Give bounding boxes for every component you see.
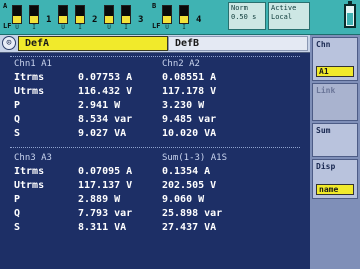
table-row: Utrms 116.432 V 117.178 V — [14, 86, 217, 97]
channel-u2: U — [56, 5, 70, 31]
disp-value: name — [316, 184, 354, 195]
table-row: Q 7.793 var 25.898 var — [14, 208, 223, 219]
chn2-header: Chn2 A2 — [162, 59, 200, 69]
table-row: Utrms 117.137 V 202.505 V — [14, 180, 217, 191]
channel-i2: I — [73, 5, 87, 31]
group-b-tag: B — [152, 2, 157, 10]
channel-group-4[interactable]: U I 4 — [160, 3, 201, 31]
chn3-header: Chn3 A3 — [14, 153, 52, 163]
run-status: Active Local — [268, 2, 310, 30]
table-row: P 2.941 W 3.230 W — [14, 100, 205, 111]
run-state: Active — [271, 4, 297, 12]
chn-value: A1 — [316, 66, 354, 77]
control-mode: Local — [271, 13, 293, 21]
channel-group-1[interactable]: U I 1 — [10, 3, 51, 31]
sum-label: Sum — [316, 126, 331, 135]
table-row: Itrms 0.07095 A 0.1354 A — [14, 166, 211, 177]
tab-defa[interactable]: DefA — [18, 36, 168, 51]
channel-i3: I — [119, 5, 133, 31]
channel-i1: I — [27, 5, 41, 31]
home-icon[interactable]: ⊙ — [2, 36, 16, 50]
link-label: Link — [316, 86, 336, 95]
divider — [10, 147, 300, 148]
group-number: 1 — [46, 15, 52, 25]
group-number: 3 — [138, 15, 144, 25]
group-number: 2 — [92, 15, 98, 25]
sum-header: Sum(1-3) A1S — [162, 153, 228, 163]
group-a-tag: A — [3, 2, 8, 10]
group-number: 4 — [196, 15, 202, 25]
channel-u4: U — [160, 5, 174, 31]
instrument-screen: A LF U I 1 U I 2 U I 3 B LF U I 4 Norm 0… — [0, 0, 360, 269]
disp-softkey[interactable]: Disp name — [312, 159, 358, 199]
divider — [10, 56, 300, 57]
table-row: S 9.027 VA 10.020 VA — [14, 128, 217, 139]
update-rate: 0.50 s — [231, 13, 257, 21]
mode-status: Norm 0.50 s — [228, 2, 266, 30]
chn1-header: Chn1 A1 — [14, 59, 52, 69]
channel-group-2[interactable]: U I 2 — [56, 3, 97, 31]
table-row: P 2.889 W 9.060 W — [14, 194, 205, 205]
table-row: S 8.311 VA 27.437 VA — [14, 222, 217, 233]
channel-group-3[interactable]: U I 3 — [102, 3, 143, 31]
channel-u1: U — [10, 5, 24, 31]
mode-label: Norm — [231, 4, 248, 12]
chn-label: Chn — [316, 40, 331, 49]
link-softkey[interactable]: Link — [312, 83, 358, 121]
disp-label: Disp — [316, 162, 336, 171]
measurement-panel: Chn1 A1 Chn2 A2 Itrms 0.07753 A 0.08551 … — [0, 53, 310, 269]
channel-i4: I — [177, 5, 191, 31]
channel-u3: U — [102, 5, 116, 31]
softkey-menu: Chn A1 Link Sum Disp name — [310, 35, 360, 269]
chn-softkey[interactable]: Chn A1 — [312, 37, 358, 81]
channel-status-bar: A LF U I 1 U I 2 U I 3 B LF U I 4 Norm 0… — [0, 0, 360, 35]
sum-softkey[interactable]: Sum — [312, 123, 358, 157]
tab-defb[interactable]: DefB — [168, 36, 308, 51]
table-row: Itrms 0.07753 A 0.08551 A — [14, 72, 217, 83]
table-row: Q 8.534 var 9.485 var — [14, 114, 217, 125]
tab-bar: ⊙ DefA DefB — [0, 35, 310, 53]
battery-icon — [344, 1, 356, 28]
